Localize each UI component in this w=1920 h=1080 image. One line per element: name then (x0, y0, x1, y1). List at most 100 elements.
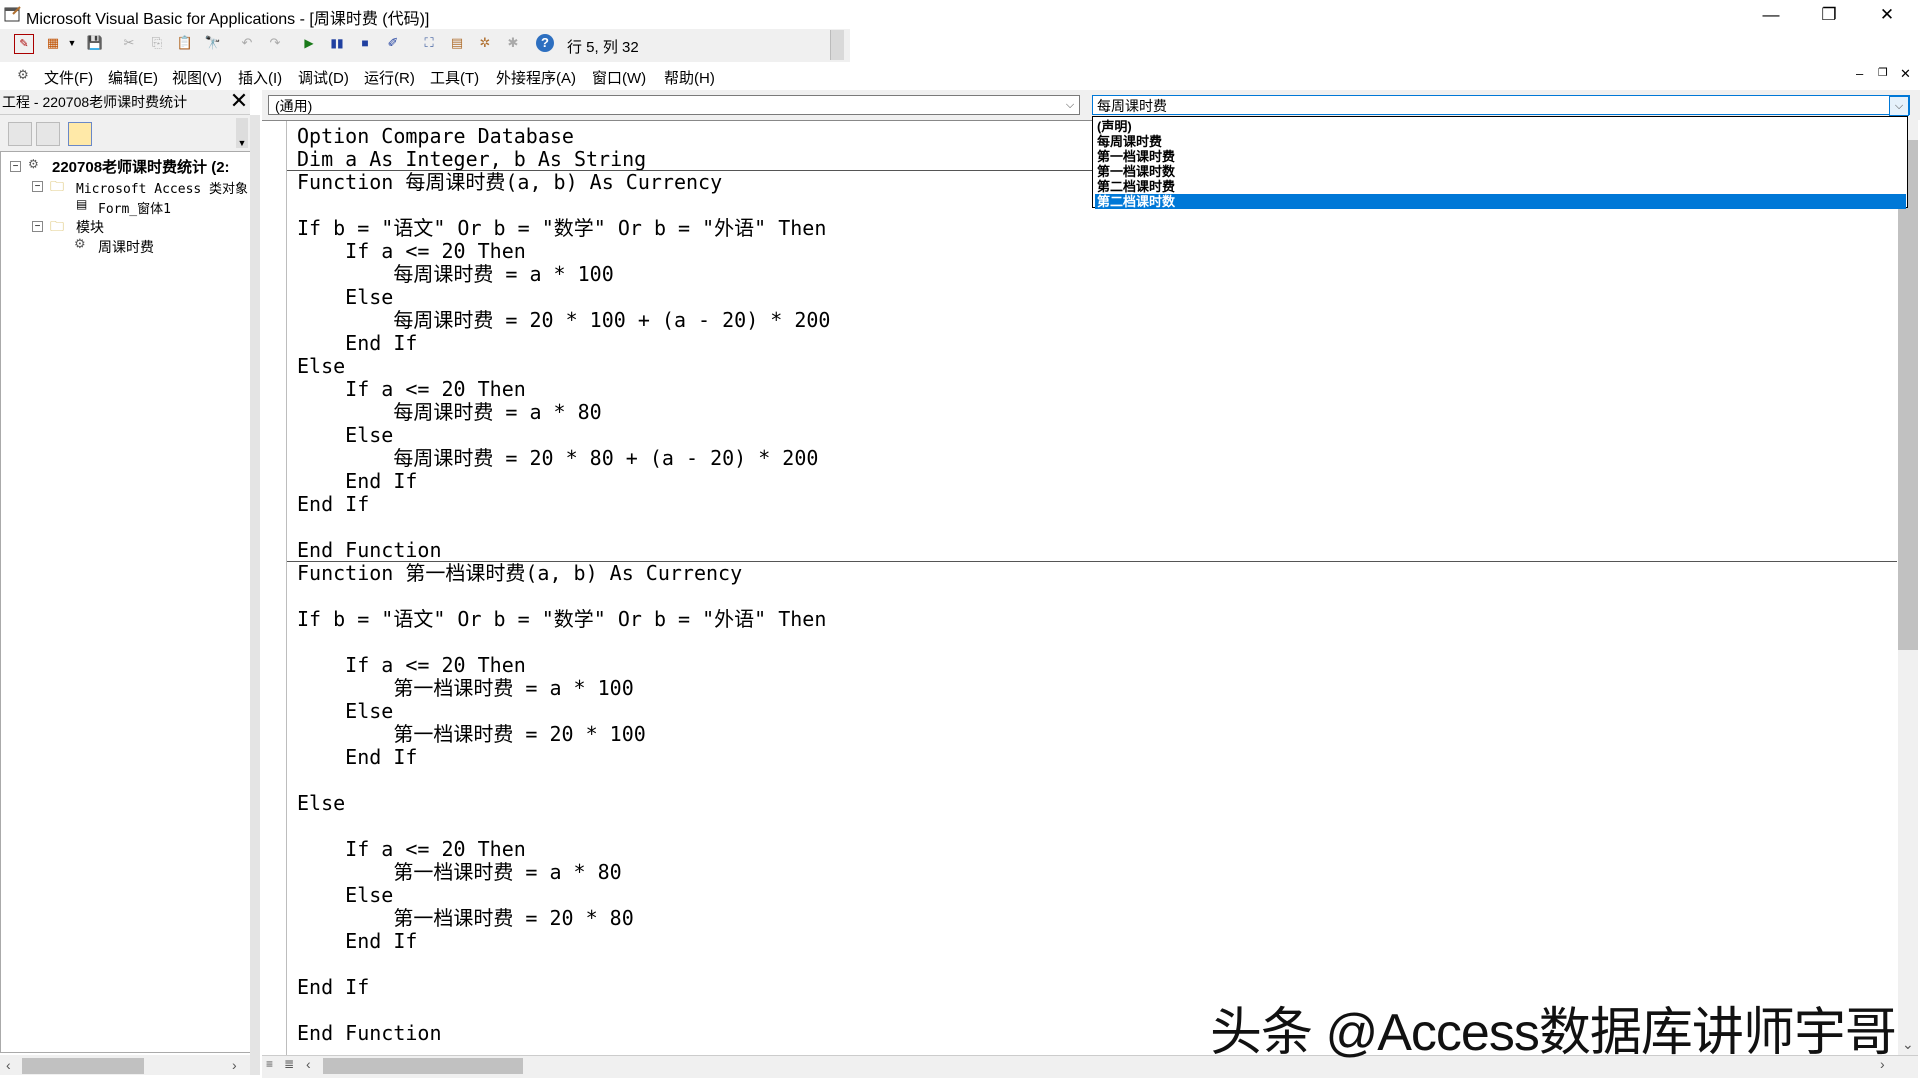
code-vscroll-thumb[interactable] (1898, 140, 1918, 650)
dropdown-item[interactable]: 第一档课时数 (1095, 164, 1906, 179)
menu-addins[interactable]: 外接程序(A) (496, 67, 576, 88)
code-line[interactable]: Else (297, 286, 393, 309)
scroll-down-icon[interactable]: ⌄ (1902, 1036, 1914, 1053)
redo-icon[interactable]: ↷ (266, 34, 284, 52)
menu-tools[interactable]: 工具(T) (430, 67, 479, 88)
save-icon[interactable]: 💾 (86, 34, 104, 52)
code-line[interactable]: Function 每周课时费(a, b) As Currency (297, 171, 722, 194)
scroll-left-icon[interactable]: ‹ (306, 1056, 311, 1072)
cut-icon[interactable]: ✂ (120, 34, 138, 52)
code-line[interactable]: 每周课时费 = 20 * 100 + (a - 20) * 200 (297, 309, 830, 332)
child-close-button[interactable]: ✕ (1900, 66, 1911, 82)
chevron-down-icon[interactable]: ⌵ (1889, 96, 1909, 116)
menu-file[interactable]: 文件(F) (44, 67, 93, 88)
code-line[interactable]: End If (297, 976, 369, 999)
pane-splitter[interactable] (250, 115, 260, 1075)
insert-userform-icon[interactable]: ▦ (44, 34, 62, 52)
code-line[interactable]: Function 第一档课时费(a, b) As Currency (297, 562, 742, 585)
dropdown-item[interactable]: (声明) (1095, 119, 1906, 134)
toolbar-overflow-button[interactable] (830, 30, 844, 60)
code-line[interactable]: If b = "语文" Or b = "数学" Or b = "外语" Then (297, 608, 826, 631)
object-combo[interactable]: (通用) ⌵ (268, 95, 1080, 115)
dropdown-item[interactable]: 每周课时费 (1095, 134, 1906, 149)
child-minimize-button[interactable]: – (1856, 66, 1863, 81)
project-hscroll-thumb[interactable] (22, 1058, 144, 1074)
code-line[interactable]: 第一档课时费 = a * 100 (297, 677, 633, 700)
toolbox-icon[interactable]: ✱ (504, 34, 522, 52)
code-line[interactable]: Else (297, 884, 393, 907)
vba-menu-icon[interactable]: ⚙ (14, 66, 32, 84)
help-icon[interactable]: ? (536, 34, 554, 52)
menu-run[interactable]: 运行(R) (364, 67, 415, 88)
collapse-root-icon[interactable]: − (10, 161, 21, 172)
code-line[interactable]: Else (297, 424, 393, 447)
scroll-left-icon[interactable]: ‹ (6, 1057, 11, 1073)
code-line[interactable]: End Function (297, 539, 442, 562)
code-line[interactable]: If a <= 20 Then (297, 654, 526, 677)
code-line[interactable]: 每周课时费 = 20 * 80 + (a - 20) * 200 (297, 447, 818, 470)
close-button[interactable]: ✕ (1864, 0, 1910, 29)
menu-view[interactable]: 视图(V) (172, 67, 222, 88)
view-access-icon[interactable]: ✎ (14, 34, 34, 54)
tree-module-item[interactable]: 周课时费 (98, 237, 154, 257)
full-module-view-icon[interactable]: ≣ (284, 1057, 294, 1071)
child-restore-button[interactable]: ❐ (1878, 66, 1888, 79)
project-explorer-icon[interactable]: ⛶ (420, 34, 438, 52)
paste-icon[interactable]: 📋 (176, 34, 194, 52)
object-browser-icon[interactable]: ✲ (476, 34, 494, 52)
tree-access-objects[interactable]: Microsoft Access 类对象 (76, 178, 248, 197)
insert-dropdown-icon[interactable]: ▼ (63, 34, 81, 52)
scroll-right-icon[interactable]: › (232, 1057, 237, 1073)
code-line[interactable]: If a <= 20 Then (297, 378, 526, 401)
chevron-down-icon[interactable]: ⌵ (1061, 96, 1079, 114)
menu-window[interactable]: 窗口(W) (592, 67, 646, 88)
break-icon[interactable]: ▮▮ (328, 34, 346, 52)
dropdown-item-selected[interactable]: 第二档课时数 (1095, 194, 1906, 209)
code-line[interactable]: 第一档课时费 = a * 80 (297, 861, 621, 884)
menu-debug[interactable]: 调试(D) (298, 67, 349, 88)
undo-icon[interactable]: ↶ (238, 34, 256, 52)
procedure-dropdown-list[interactable]: (声明) 每周课时费 第一档课时费 第一档课时数 第二档课时费 第二档课时数 (1092, 116, 1908, 209)
code-line[interactable]: End If (297, 930, 417, 953)
code-line[interactable]: End If (297, 746, 417, 769)
code-hscroll-thumb[interactable] (323, 1058, 523, 1074)
code-line[interactable]: 第一档课时费 = 20 * 100 (297, 723, 645, 746)
properties-window-icon[interactable]: ▤ (448, 34, 466, 52)
code-line[interactable]: End Function (297, 1022, 442, 1045)
view-object-icon[interactable] (36, 122, 60, 146)
code-line[interactable]: If a <= 20 Then (297, 240, 526, 263)
tree-project-root[interactable]: 220708老师课时费统计 (2: (52, 156, 230, 177)
code-line[interactable]: Option Compare Database (297, 125, 574, 148)
menu-insert[interactable]: 插入(I) (238, 67, 282, 88)
code-line[interactable]: If a <= 20 Then (297, 838, 526, 861)
minimize-button[interactable]: — (1748, 0, 1794, 29)
proj-scroll-down-icon[interactable]: ▼ (236, 118, 248, 148)
run-icon[interactable]: ▶ (300, 34, 318, 52)
tree-modules[interactable]: 模块 (76, 217, 104, 237)
code-line[interactable]: End If (297, 332, 417, 355)
code-line[interactable]: Dim a As Integer, b As String (297, 148, 646, 171)
collapse-access-objects-icon[interactable]: − (32, 181, 43, 192)
code-line[interactable]: Else (297, 792, 345, 815)
dropdown-item[interactable]: 第二档课时费 (1095, 179, 1906, 194)
dropdown-item[interactable]: 第一档课时费 (1095, 149, 1906, 164)
find-icon[interactable]: 🔭 (204, 34, 222, 52)
reset-icon[interactable]: ■ (356, 34, 374, 52)
view-code-icon[interactable] (8, 122, 32, 146)
design-mode-icon[interactable]: ✐ (384, 34, 402, 52)
copy-icon[interactable]: ⎘ (148, 34, 166, 52)
menu-help[interactable]: 帮助(H) (664, 67, 715, 88)
code-line[interactable]: Else (297, 700, 393, 723)
tree-form[interactable]: Form_窗体1 (98, 198, 171, 217)
code-line[interactable]: 每周课时费 = a * 80 (297, 401, 601, 424)
code-line[interactable]: 第一档课时费 = 20 * 80 (297, 907, 633, 930)
restore-button[interactable]: ❐ (1806, 0, 1852, 29)
project-pane-close-button[interactable]: ✕ (228, 90, 250, 112)
menu-edit[interactable]: 编辑(E) (108, 67, 158, 88)
code-line[interactable]: 每周课时费 = a * 100 (297, 263, 613, 286)
code-line[interactable]: End If (297, 493, 369, 516)
code-line[interactable]: Else (297, 355, 345, 378)
collapse-modules-icon[interactable]: − (32, 221, 43, 232)
procedure-view-icon[interactable]: ≡ (266, 1057, 273, 1071)
code-line[interactable]: End If (297, 470, 417, 493)
